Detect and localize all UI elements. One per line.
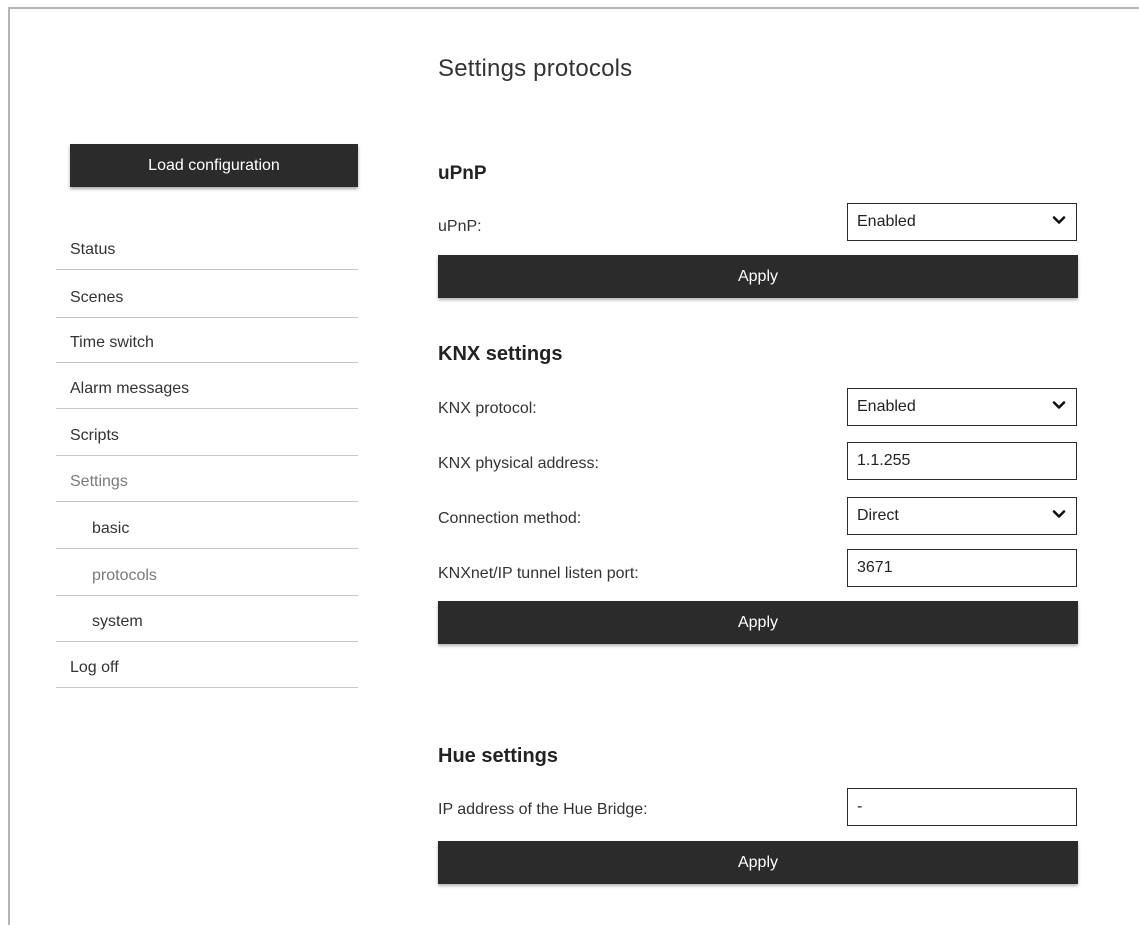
sidebar-item-time-switch[interactable]: Time switch: [56, 317, 358, 363]
sidebar-item-label: Log off: [70, 659, 119, 676]
sidebar-item-basic[interactable]: basic: [56, 501, 358, 549]
knx-physical-address-value: 1.1.255: [857, 452, 911, 469]
connection-method-select-value: Direct: [857, 507, 899, 524]
sidebar-item-settings[interactable]: Settings: [56, 455, 358, 502]
connection-method-select[interactable]: Direct: [847, 497, 1077, 535]
sidebar-item-protocols[interactable]: protocols: [56, 548, 358, 596]
load-configuration-button[interactable]: Load configuration: [70, 144, 358, 187]
page-title: Settings protocols: [438, 55, 633, 82]
sidebar-item-scenes[interactable]: Scenes: [56, 269, 358, 318]
sidebar-item-label: Scenes: [70, 289, 124, 306]
knx-section-title: KNX settings: [438, 343, 563, 365]
knx-protocol-select[interactable]: Enabled: [847, 388, 1077, 426]
upnp-apply-button[interactable]: Apply: [438, 255, 1078, 298]
hue-bridge-ip-value: -: [857, 798, 863, 815]
sidebar-item-label: Status: [70, 241, 116, 258]
sidebar-item-label: Time switch: [70, 334, 154, 351]
sidebar-item-label: Settings: [70, 473, 128, 490]
knx-apply-button[interactable]: Apply: [438, 601, 1078, 644]
chevron-down-icon: [1052, 510, 1066, 518]
knx-protocol-label: KNX protocol:: [438, 400, 537, 417]
upnp-select[interactable]: Enabled: [847, 203, 1077, 241]
upnp-section-title: uPnP: [438, 163, 487, 184]
chevron-down-icon: [1052, 216, 1066, 224]
knx-physical-address-label: KNX physical address:: [438, 455, 599, 472]
hue-apply-button[interactable]: Apply: [438, 841, 1078, 884]
sidebar-item-label: Scripts: [70, 427, 119, 444]
connection-method-label: Connection method:: [438, 510, 582, 527]
knx-protocol-select-value: Enabled: [857, 398, 916, 415]
sidebar-item-scripts[interactable]: Scripts: [56, 408, 358, 456]
sidebar-item-label: basic: [92, 520, 130, 537]
sidebar-item-alarm-messages[interactable]: Alarm messages: [56, 362, 358, 409]
upnp-select-value: Enabled: [857, 213, 916, 230]
hue-section-title: Hue settings: [438, 745, 559, 767]
tunnel-listen-port-label: KNXnet/IP tunnel listen port:: [438, 565, 639, 582]
sidebar-item-label: system: [92, 613, 143, 630]
tunnel-listen-port-input[interactable]: 3671: [847, 549, 1077, 587]
frame-left-border: [8, 7, 10, 925]
hue-bridge-ip-input[interactable]: -: [847, 788, 1077, 826]
sidebar-item-label: Alarm messages: [70, 380, 190, 397]
tunnel-listen-port-value: 3671: [857, 559, 893, 576]
upnp-label: uPnP:: [438, 218, 482, 235]
knx-physical-address-input[interactable]: 1.1.255: [847, 442, 1077, 480]
sidebar-item-log-off[interactable]: Log off: [56, 641, 358, 688]
frame-top-border: [8, 7, 1139, 9]
sidebar-item-status[interactable]: Status: [56, 224, 358, 270]
sidebar-item-system[interactable]: system: [56, 595, 358, 642]
chevron-down-icon: [1052, 401, 1066, 409]
sidebar-item-label: protocols: [92, 567, 157, 584]
hue-bridge-ip-label: IP address of the Hue Bridge:: [438, 801, 648, 818]
